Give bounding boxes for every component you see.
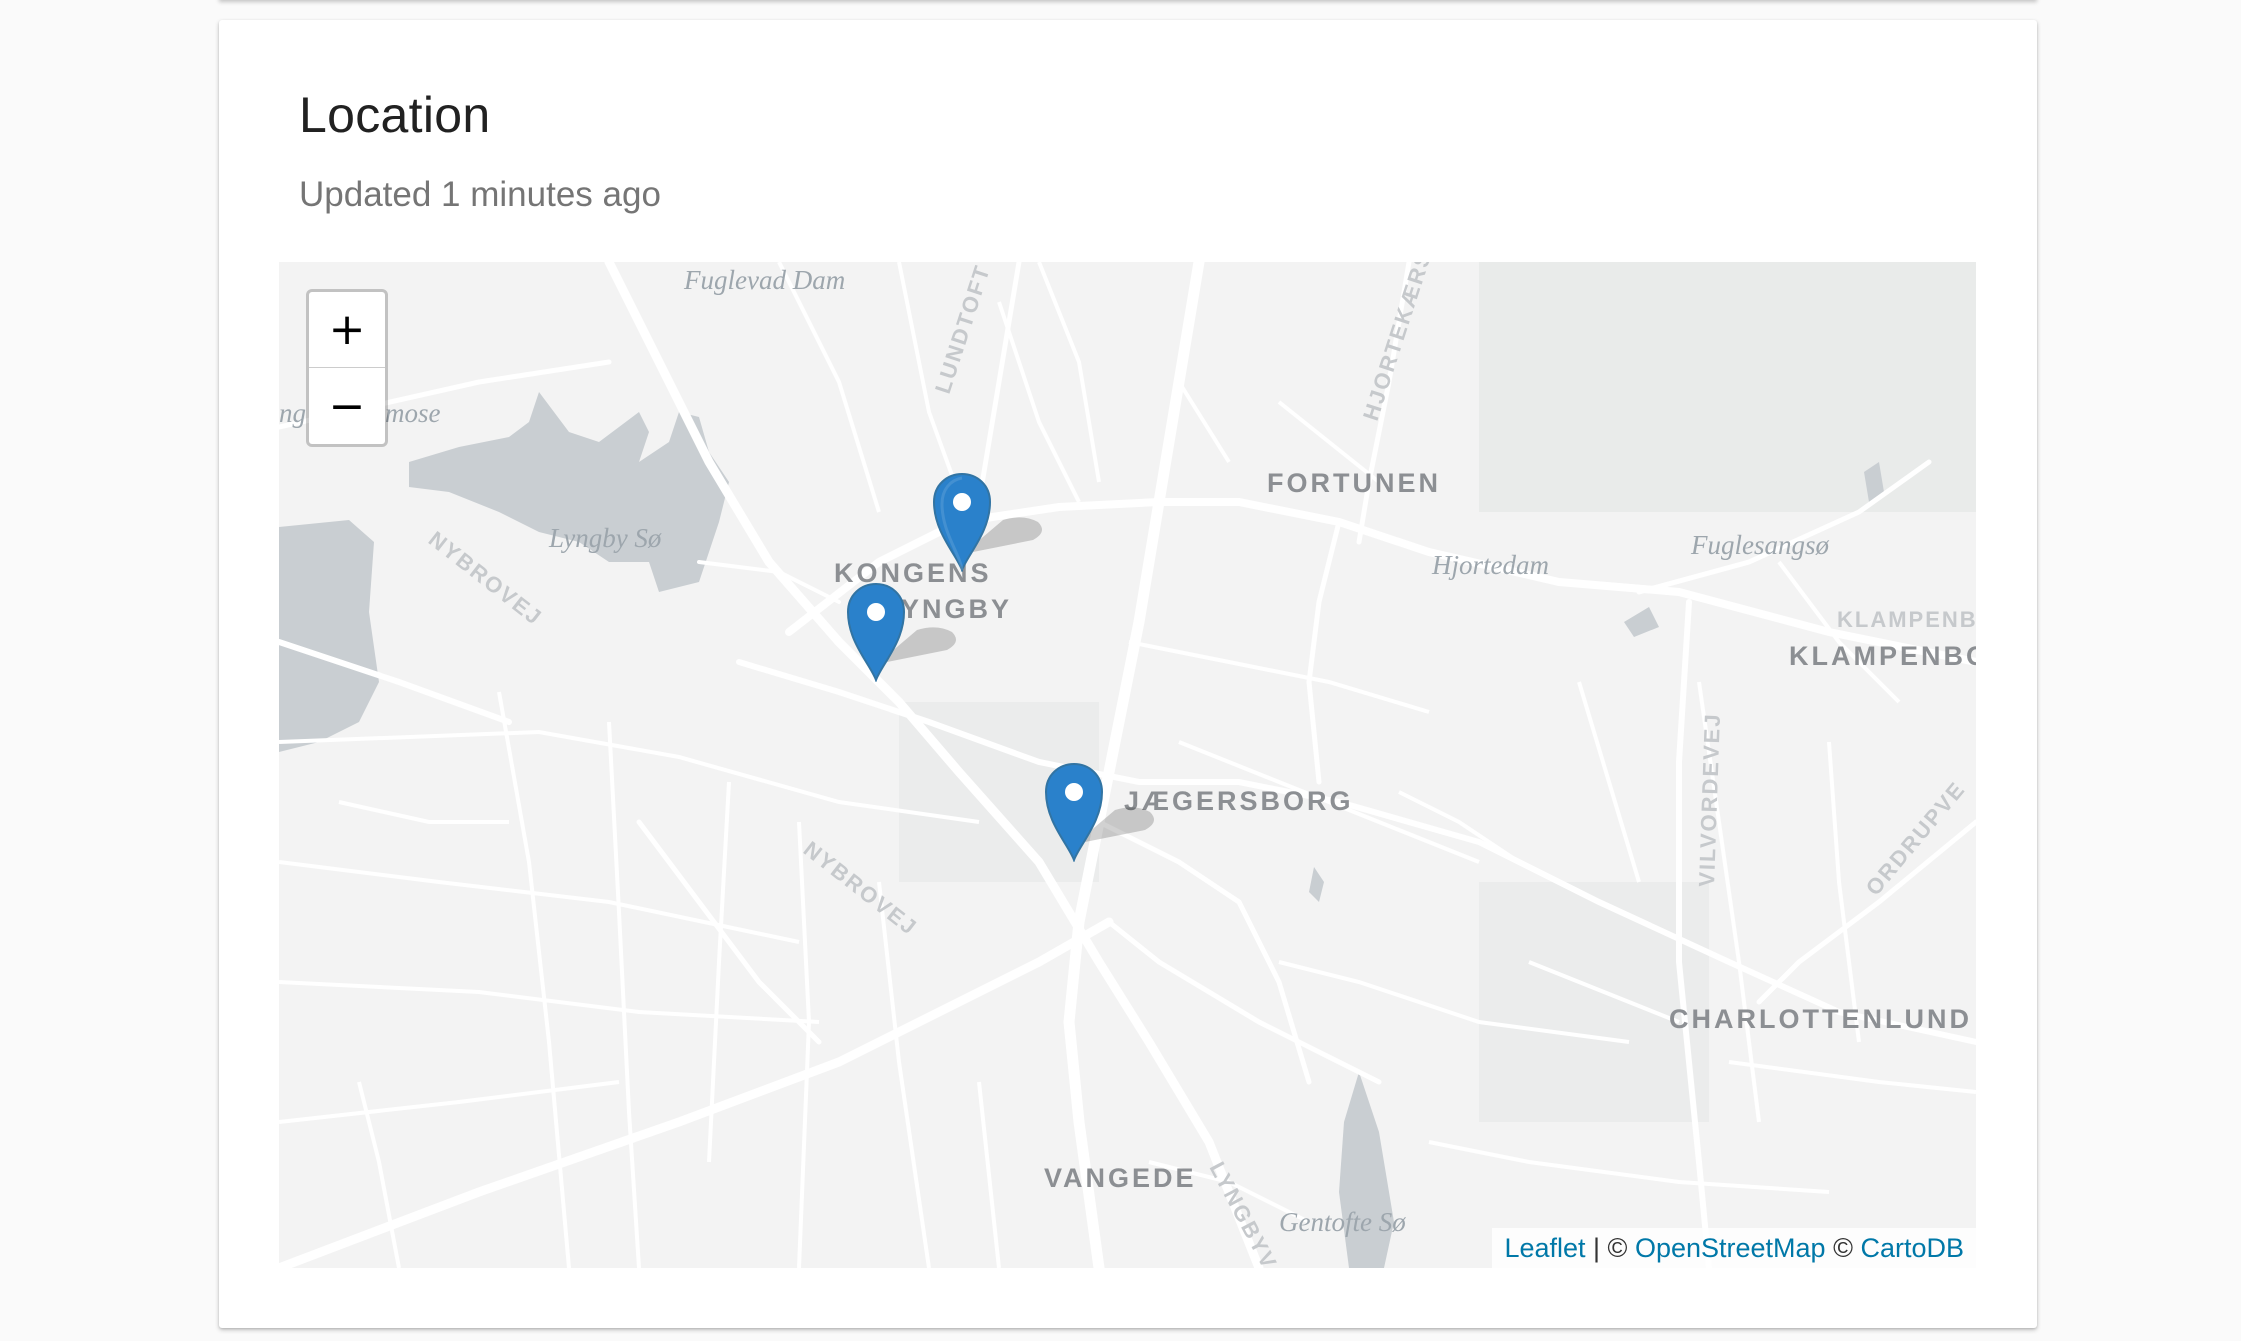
pond-fuglesang — [1624, 607, 1659, 637]
map-tiles[interactable]: Fuglevad Dam Lyngby Sø Hjortedam Fuglesa… — [279, 262, 1976, 1268]
attribution-separator: © — [1825, 1233, 1861, 1263]
zoom-in-button[interactable]: + — [309, 292, 385, 368]
water-label-fuglevad-dam: Fuglevad Dam — [683, 265, 845, 295]
place-label-klampenborg: KLAMPENBORG — [1789, 641, 1976, 671]
location-card: Location Updated 1 minutes ago Fuglevad … — [219, 20, 2037, 1328]
lake-gentofte — [1339, 1072, 1394, 1268]
card-title: Location — [299, 87, 491, 143]
map-marker-pin[interactable] — [930, 472, 994, 572]
water-label-mose: mose — [385, 398, 441, 428]
water-label-ng: ng — [279, 398, 306, 428]
water-label-gentofte-so: Gentofte Sø — [1279, 1207, 1406, 1237]
zoom-control: + − — [306, 289, 388, 447]
map-marker-pin[interactable] — [1042, 762, 1106, 862]
place-label-charlottenlund: CHARLOTTENLUND — [1669, 1004, 1972, 1034]
street-label-nybrovej: NYBROVEJ — [424, 526, 547, 630]
map-attribution: Leaflet | © OpenStreetMap © CartoDB — [1492, 1228, 1976, 1268]
park-area — [1479, 882, 1709, 1122]
cartodb-link[interactable]: CartoDB — [1860, 1233, 1964, 1263]
street-label-lyngbyvej: LYNGBYV — [1205, 1158, 1283, 1268]
zoom-out-button[interactable]: − — [309, 368, 385, 444]
map-view[interactable]: Fuglevad Dam Lyngby Sø Hjortedam Fuglesa… — [279, 262, 1976, 1268]
openstreetmap-link[interactable]: OpenStreetMap — [1635, 1233, 1826, 1263]
leaflet-link[interactable]: Leaflet — [1504, 1233, 1585, 1263]
pond — [1309, 867, 1324, 902]
updated-timestamp: Updated 1 minutes ago — [299, 175, 661, 214]
attribution-separator: | © — [1585, 1233, 1635, 1263]
water-label-lyngby-so: Lyngby Sø — [548, 523, 662, 553]
street-label-vilvordevej: VILVORDEVEJ — [1694, 712, 1725, 887]
place-label-fortunen: FORTUNEN — [1267, 468, 1441, 498]
map-marker-pin[interactable] — [844, 582, 908, 682]
street-label-hjortekaers: HJORTEKÆRS — [1358, 262, 1437, 424]
water-label-fuglesangso: Fuglesangsø — [1690, 530, 1829, 560]
lake-west — [279, 520, 379, 752]
street-label-klampenborg-small: KLAMPENB — [1837, 607, 1976, 632]
street-label-lundtoft: LUNDTOFT — [930, 262, 995, 397]
water-label-hjortedam: Hjortedam — [1431, 550, 1549, 580]
place-label-vangede: VANGEDE — [1044, 1163, 1197, 1193]
